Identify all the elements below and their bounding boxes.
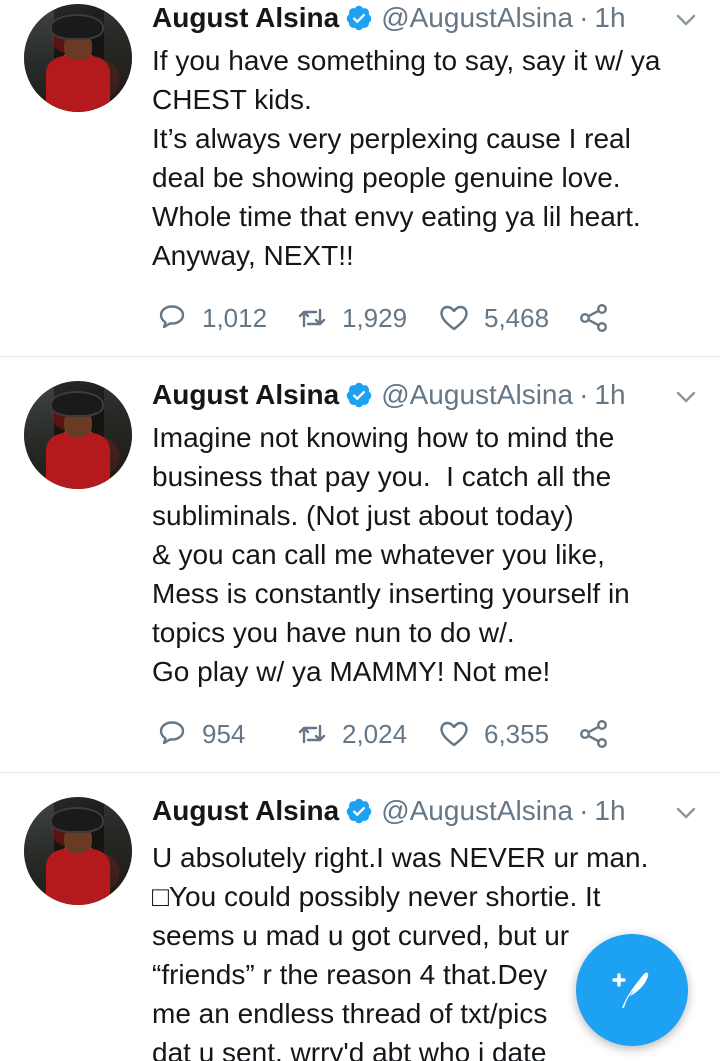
tweet-text-line: topics you have nun to do w/. bbox=[152, 617, 515, 648]
tweet-text-line: Mess is constantly inserting yourself in bbox=[152, 578, 630, 609]
timestamp[interactable]: 1h bbox=[594, 795, 625, 827]
avatar[interactable] bbox=[24, 797, 132, 905]
like-button[interactable]: 5,468 bbox=[438, 298, 549, 338]
author-name[interactable]: August Alsina bbox=[152, 2, 339, 34]
tweet-text-line: & you can call me whatever you like, bbox=[152, 539, 605, 570]
avatar[interactable] bbox=[24, 381, 132, 489]
retweet-count: 2,024 bbox=[342, 718, 408, 749]
tweet-actions: 1,012 1,929 5,468 bbox=[152, 298, 712, 338]
heart-icon bbox=[440, 305, 468, 331]
separator: · bbox=[579, 795, 589, 826]
tweet-text-line: Imagine not knowing how to mind the bbox=[152, 422, 615, 453]
tweet-text-line: business that pay you. I catch all the bbox=[152, 461, 612, 492]
tweet-text: Imagine not knowing how to mind the busi… bbox=[152, 418, 712, 691]
tweet-text-line: Go play w/ ya MAMMY! Not me! bbox=[152, 656, 551, 687]
share-icon bbox=[580, 720, 608, 749]
share-icon bbox=[580, 304, 608, 333]
author-handle[interactable]: @AugustAlsina bbox=[381, 379, 573, 411]
retweet-icon bbox=[298, 308, 326, 328]
retweet-button[interactable]: 1,929 bbox=[296, 298, 407, 338]
reply-count: 954 bbox=[202, 718, 246, 749]
tweet[interactable]: August Alsina @AugustAlsina · 1h If you … bbox=[0, 0, 720, 357]
reply-button[interactable]: 954 bbox=[156, 714, 245, 754]
timeline-feed: August Alsina @AugustAlsina · 1h If you … bbox=[0, 0, 720, 1061]
tweet[interactable]: August Alsina @AugustAlsina · 1h Imagine… bbox=[0, 357, 720, 773]
tweet-actions: 954 2,024 6,355 bbox=[152, 714, 712, 754]
tweet-header: August Alsina @AugustAlsina · 1h bbox=[152, 0, 626, 36]
tweet-text-line: U absolutely right.I was NEVER ur man. bbox=[152, 842, 649, 873]
tweet-text-line: deal be showing people genuine love. bbox=[152, 162, 621, 193]
like-count: 6,355 bbox=[484, 718, 550, 749]
share-button[interactable] bbox=[578, 298, 624, 338]
chevron-down-icon[interactable] bbox=[672, 387, 700, 407]
timestamp[interactable]: 1h bbox=[594, 2, 625, 34]
tweet-text-line: It’s always very perplexing cause I real bbox=[152, 123, 631, 154]
author-handle[interactable]: @AugustAlsina bbox=[381, 795, 573, 827]
author-name[interactable]: August Alsina bbox=[152, 379, 339, 411]
author-handle[interactable]: @AugustAlsina bbox=[381, 2, 573, 34]
verified-badge-icon bbox=[346, 798, 372, 824]
timestamp[interactable]: 1h bbox=[594, 379, 625, 411]
retweet-count: 1,929 bbox=[342, 302, 408, 333]
retweet-icon bbox=[298, 724, 326, 744]
like-count: 5,468 bbox=[484, 302, 550, 333]
reply-button[interactable]: 1,012 bbox=[156, 298, 267, 338]
author-name[interactable]: August Alsina bbox=[152, 795, 339, 827]
compose-tweet-button[interactable] bbox=[576, 934, 688, 1046]
tweet-text-line: Whole time that envy eating ya lil heart… bbox=[152, 201, 641, 232]
tweet-text-line: CHEST kids. bbox=[152, 84, 312, 115]
heart-icon bbox=[440, 721, 468, 747]
verified-badge-icon bbox=[346, 382, 372, 408]
tweet-text-line: □You could possibly never shortie. It bbox=[152, 881, 601, 912]
verified-badge-icon bbox=[346, 5, 372, 31]
avatar[interactable] bbox=[24, 4, 132, 112]
reply-count: 1,012 bbox=[202, 302, 268, 333]
tweet-text-line: If you have something to say, say it w/ … bbox=[152, 45, 661, 76]
tweet-text: If you have something to say, say it w/ … bbox=[152, 41, 712, 275]
compose-tweet-icon bbox=[612, 972, 649, 1008]
reply-icon bbox=[159, 721, 185, 745]
reply-icon bbox=[159, 305, 185, 329]
chevron-down-icon[interactable] bbox=[672, 803, 700, 823]
tweet-header: August Alsina @AugustAlsina · 1h bbox=[152, 793, 626, 829]
share-button[interactable] bbox=[578, 714, 624, 754]
chevron-down-icon[interactable] bbox=[672, 10, 700, 30]
tweet-text-line: subliminals. (Not just about today) bbox=[152, 500, 574, 531]
like-button[interactable]: 6,355 bbox=[438, 714, 549, 754]
separator: · bbox=[579, 379, 589, 410]
tweet-text-line: Anyway, NEXT!! bbox=[152, 240, 354, 271]
retweet-button[interactable]: 2,024 bbox=[296, 714, 407, 754]
separator: · bbox=[579, 2, 589, 33]
tweet-header: August Alsina @AugustAlsina · 1h bbox=[152, 377, 626, 413]
